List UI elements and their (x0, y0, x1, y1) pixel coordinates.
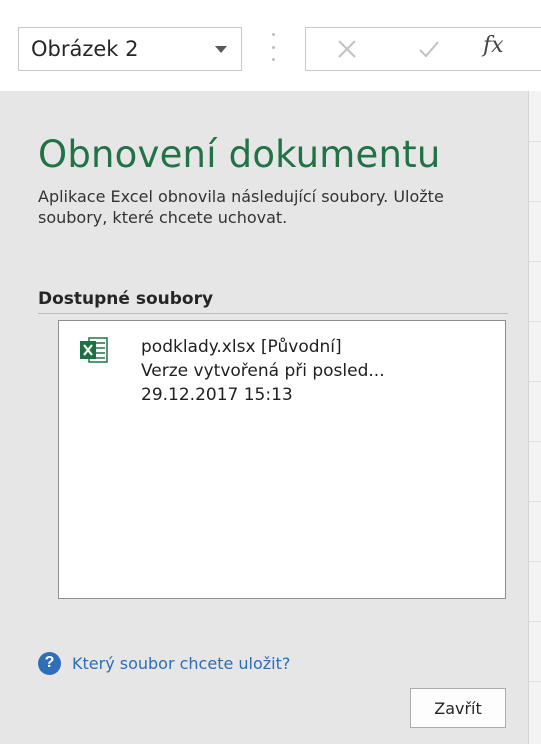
help-row[interactable]: ? Který soubor chcete uložit? (38, 650, 290, 676)
insert-function-icon[interactable]: fx (483, 33, 504, 58)
close-x-icon[interactable] (334, 36, 360, 66)
pane-description: Aplikace Excel obnovila následující soub… (38, 187, 444, 227)
list-item[interactable]: podklady.xlsx [Původní] Verze vytvořená … (59, 321, 505, 421)
help-link[interactable]: Který soubor chcete uložit? (72, 654, 290, 673)
formula-tools: fx (305, 27, 541, 71)
name-box-value: Obrázek 2 (31, 37, 139, 61)
pane-edge (528, 91, 541, 744)
name-box[interactable]: Obrázek 2 (18, 27, 242, 71)
section-divider (38, 313, 508, 314)
chevron-down-icon[interactable] (215, 46, 227, 53)
recovered-file-list[interactable]: podklady.xlsx [Původní] Verze vytvořená … (58, 320, 506, 599)
pane-title: Obnovení dokumentu (38, 133, 441, 176)
file-version: Verze vytvořená při posled... (141, 361, 385, 381)
file-timestamp: 29.12.2017 15:13 (141, 385, 293, 405)
file-name: podklady.xlsx [Původní] (141, 337, 342, 357)
checkmark-icon[interactable] (416, 36, 442, 66)
resize-handle-icon[interactable] (270, 33, 276, 61)
formula-bar: Obrázek 2 fx (0, 0, 541, 91)
available-files-heading: Dostupné soubory (38, 289, 214, 309)
excel-file-icon (79, 337, 109, 367)
question-mark-icon[interactable]: ? (38, 651, 61, 675)
close-button[interactable]: Zavřít (410, 688, 506, 728)
